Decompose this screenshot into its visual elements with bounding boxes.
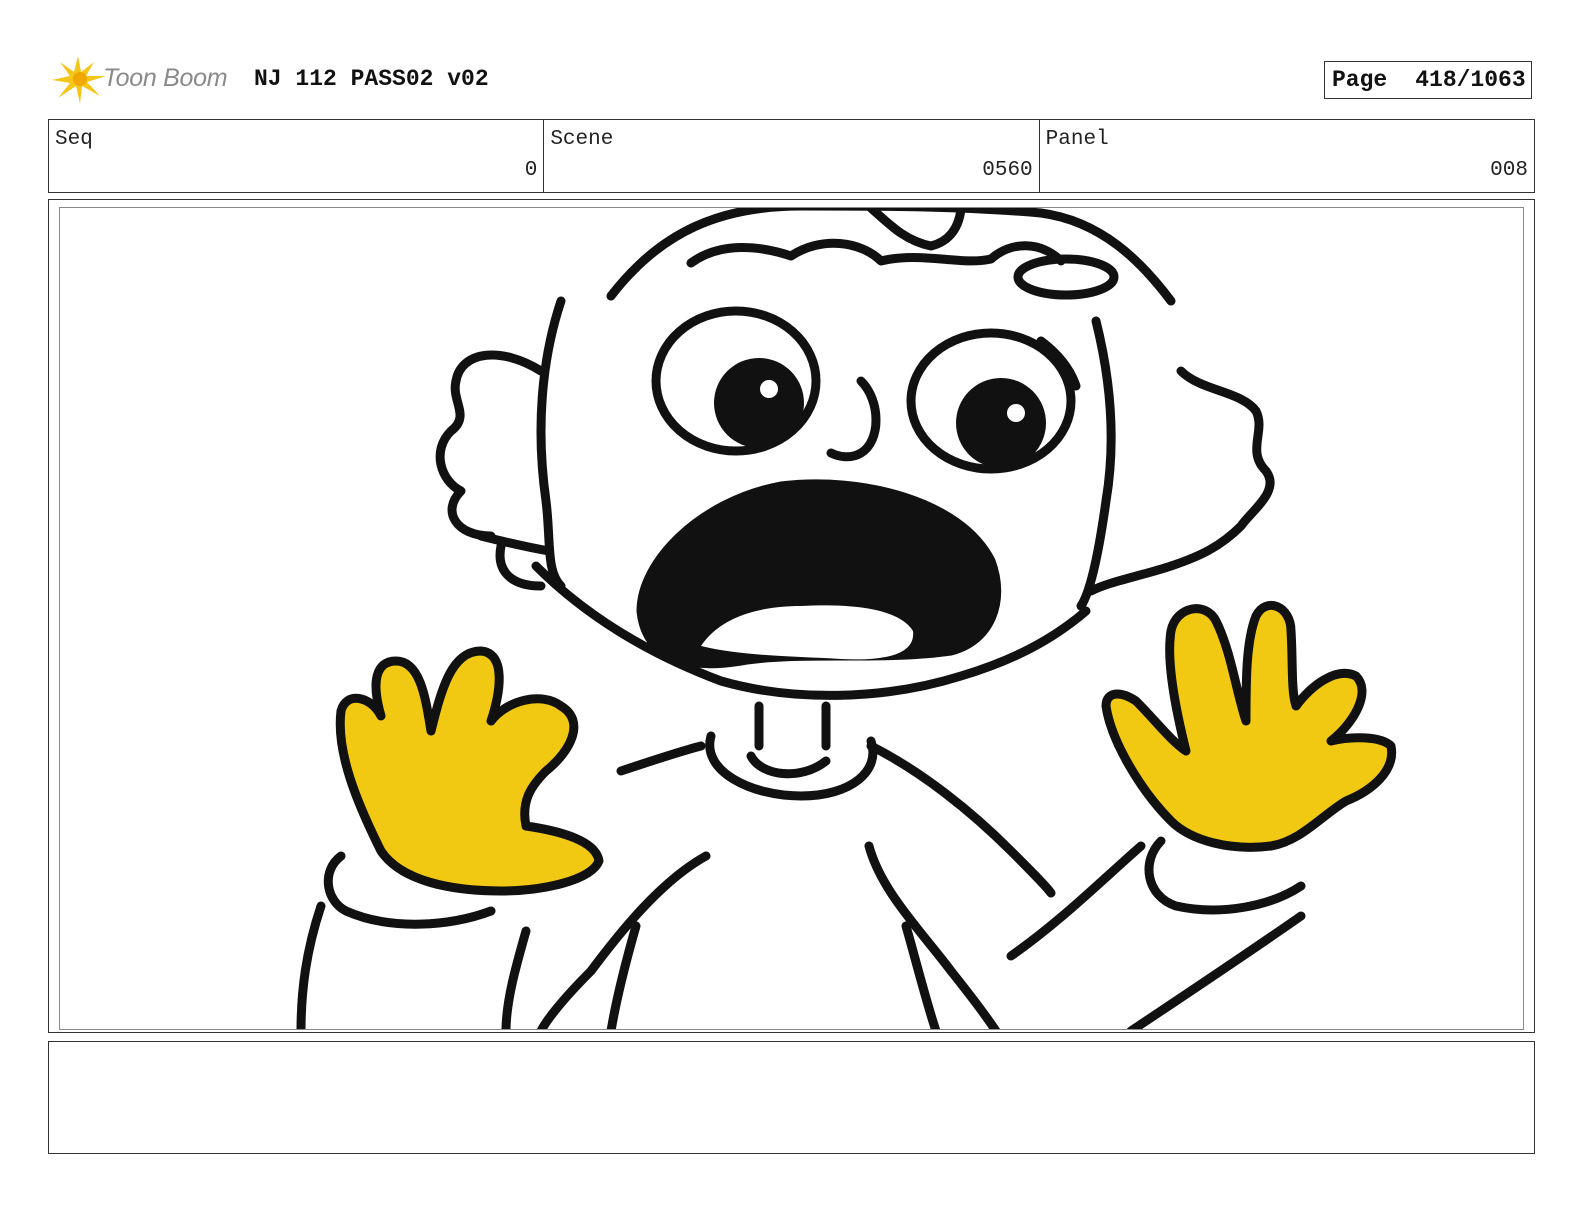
hand-right [1101,600,1397,852]
page-label: Page [1332,67,1388,93]
hair-tuft [866,208,966,251]
panel-cell: Panel 008 [1040,120,1534,192]
cuff-right [1144,836,1306,915]
brow-right [1036,336,1081,391]
info-row: Seq 0 Scene 0560 Panel 008 [48,119,1535,193]
panel-image [59,207,1524,1030]
storyboard-drawing [296,208,1397,1029]
shoulder-right [866,741,1056,898]
pupil-left [714,358,804,448]
hair-bangs [686,238,1066,268]
seq-label: Seq [55,128,93,151]
face-right [1076,316,1116,611]
eye-left-shine [760,380,778,398]
hair-left-curls [435,350,546,541]
pupil-right [956,378,1046,468]
sleeve-right-inner [1006,841,1146,961]
neck [754,701,831,751]
shoulder-left [616,741,706,776]
scene-label: Scene [550,128,614,151]
hair-left-end [476,531,554,556]
page-indicator: Page 418/1063 [1324,61,1532,99]
collar [705,731,878,801]
sleeve-right [1126,911,1306,1029]
logo-text: Toon Boom [103,64,228,92]
sleeve-left-inner [501,926,531,1029]
panel-value: 008 [1490,159,1528,182]
arm-right-inner [864,841,1001,1029]
hand-left [335,646,604,896]
hair-clip [1013,254,1119,300]
collar-inner [746,751,831,779]
face-left [536,296,566,591]
seq-cell: Seq 0 [49,120,545,192]
panel-label: Panel [1045,128,1109,151]
eye-right-shine [1007,404,1025,422]
scene-cell: Scene 0560 [544,120,1040,192]
seq-value: 0 [524,159,538,182]
nose [826,376,881,462]
page-number: 418/1063 [1415,67,1526,93]
starburst-icon [52,56,106,104]
project-title: NJ 112 PASS02 v02 [254,66,489,92]
notes-box [48,1041,1535,1154]
hair-right-curls [1086,366,1275,596]
sleeve-left [296,901,326,1029]
scene-value: 0560 [982,159,1033,182]
